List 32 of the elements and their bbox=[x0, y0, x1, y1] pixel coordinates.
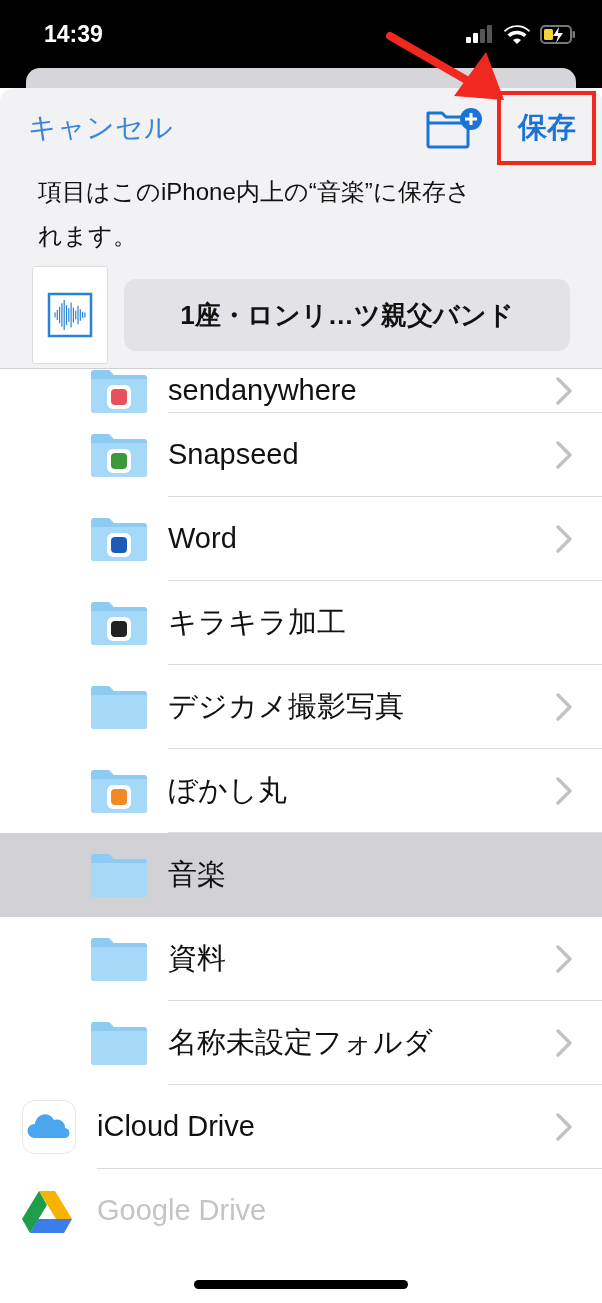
file-name-field[interactable]: 1座・ロンリ…ツ親父バンド bbox=[124, 279, 570, 351]
wifi-icon bbox=[504, 24, 530, 44]
folder-icon bbox=[91, 433, 147, 477]
cloud-icon bbox=[22, 1100, 76, 1154]
folder-name: Snapseed bbox=[168, 438, 300, 471]
battery-charging-icon bbox=[540, 24, 576, 44]
folder-name: iCloud Drive bbox=[97, 1110, 256, 1143]
status-time: 14:39 bbox=[44, 20, 103, 48]
folder-icon bbox=[91, 769, 147, 813]
folder-icon bbox=[91, 853, 147, 897]
folder-name: ぼかし丸 bbox=[168, 772, 288, 808]
folder-name: キラキラ加工 bbox=[168, 604, 347, 640]
folder-icon bbox=[91, 1021, 147, 1065]
save-button[interactable]: 保存 bbox=[501, 95, 592, 161]
signal-icon bbox=[466, 25, 494, 43]
waveform-icon bbox=[47, 292, 93, 338]
new-folder-icon[interactable] bbox=[425, 107, 483, 149]
folder-icon bbox=[91, 685, 147, 729]
folder-name: 名称未設定フォルダ bbox=[168, 1024, 434, 1060]
folder-icon bbox=[91, 601, 147, 645]
folder-name: 資料 bbox=[168, 940, 227, 976]
folder-name: デジカメ撮影写真 bbox=[168, 688, 405, 724]
folder-name: Word bbox=[168, 522, 238, 555]
folder-name: sendanywhere bbox=[168, 374, 358, 407]
save-location-text: 項目はこのiPhone内上の“音楽”に保存されます。 bbox=[37, 177, 472, 251]
folder-icon bbox=[91, 517, 147, 561]
folder-icon bbox=[91, 937, 147, 981]
folder-name: Google Drive bbox=[97, 1194, 268, 1227]
folder-row[interactable]: 音楽 bbox=[0, 833, 602, 917]
folder-icon bbox=[91, 369, 147, 413]
drive-icon bbox=[22, 1189, 72, 1233]
folder-name: 音楽 bbox=[168, 856, 227, 892]
